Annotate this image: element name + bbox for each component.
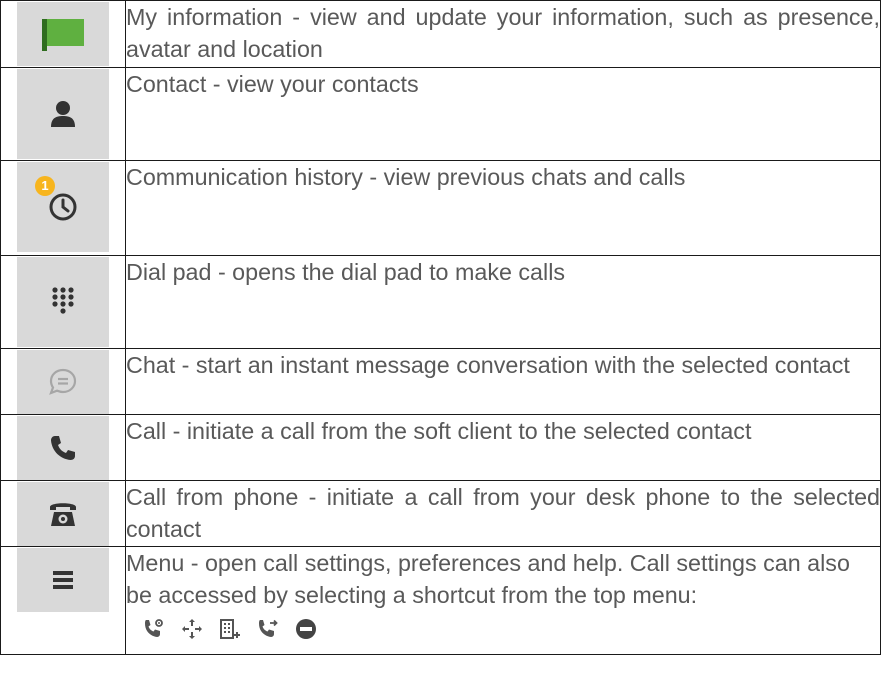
- table-row: 1 Communication history - view previous …: [0, 160, 881, 256]
- document-page: My information - view and update your in…: [0, 0, 885, 655]
- row-description: Communication history - view previous ch…: [125, 160, 881, 256]
- contact-person-icon: [17, 69, 109, 159]
- dial-pad-icon: [17, 257, 109, 347]
- menu-hamburger-icon: [17, 548, 109, 612]
- row-description: Menu - open call settings, preferences a…: [126, 550, 850, 608]
- row-description: Chat - start an instant message conversa…: [125, 348, 881, 415]
- table-row: Call - initiate a call from the soft cli…: [0, 414, 881, 481]
- row-description: Call from phone - initiate a call from y…: [125, 480, 881, 547]
- row-description: Contact - view your contacts: [125, 67, 881, 161]
- call-settings-icon: [140, 615, 168, 643]
- green-flag-icon: [17, 2, 109, 66]
- do-not-disturb-icon: [292, 615, 320, 643]
- feature-table: My information - view and update your in…: [0, 0, 881, 655]
- table-row: Call from phone - initiate a call from y…: [0, 480, 881, 547]
- call-transfer-icon: [254, 615, 282, 643]
- row-description: Call - initiate a call from the soft cli…: [125, 414, 881, 481]
- phone-handset-icon: [17, 416, 109, 480]
- call-forward-icon: [178, 615, 206, 643]
- table-row: Dial pad - opens the dial pad to make ca…: [0, 255, 881, 349]
- building-add-icon: [216, 615, 244, 643]
- history-clock-icon: 1: [17, 162, 109, 252]
- table-row: Contact - view your contacts: [0, 67, 881, 161]
- table-row: My information - view and update your in…: [0, 0, 881, 68]
- row-description: Dial pad - opens the dial pad to make ca…: [125, 255, 881, 349]
- shortcut-icons: [140, 615, 320, 643]
- row-description: My information - view and update your in…: [125, 0, 881, 68]
- table-row: Menu - open call settings, preferences a…: [0, 546, 881, 655]
- notification-badge: 1: [35, 176, 55, 196]
- table-row: Chat - start an instant message conversa…: [0, 348, 881, 415]
- desk-phone-icon: [17, 482, 109, 546]
- chat-bubble-icon: [17, 350, 109, 414]
